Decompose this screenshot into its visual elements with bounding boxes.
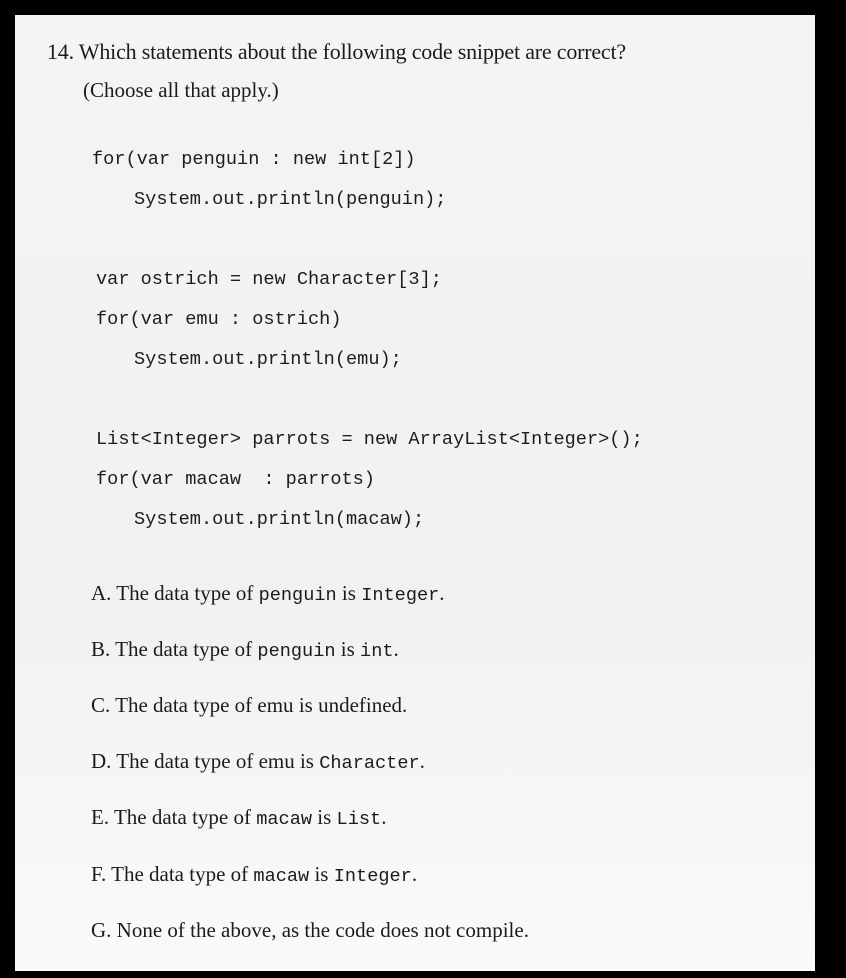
code-line: for(var penguin : new int[2]): [92, 149, 416, 170]
type-name: Character: [319, 753, 420, 774]
code-line: List<Integer> parrots = new ArrayList<In…: [96, 429, 643, 450]
option-text: is: [294, 749, 320, 773]
variable-name: macaw: [253, 866, 310, 887]
code-line: System.out.println(penguin);: [134, 189, 447, 210]
option-text: E. The data type of: [91, 805, 257, 829]
variable-name: penguin: [257, 641, 336, 662]
option-g[interactable]: G. None of the above, as the code does n…: [91, 917, 529, 943]
option-d[interactable]: D. The data type of emu is Character.: [91, 748, 425, 777]
option-text: D. The data type of: [91, 749, 259, 773]
option-text: .: [411, 862, 418, 886]
option-a[interactable]: A. The data type of penguin is Integer.: [91, 580, 445, 609]
option-text: F. The data type of: [91, 862, 254, 886]
option-text: is: [335, 637, 361, 661]
type-name: Integer: [361, 585, 440, 606]
code-line: for(var macaw : parrots): [96, 469, 375, 490]
question-instruction: (Choose all that apply.): [83, 78, 279, 102]
page: 14. Which statements about the following…: [15, 15, 815, 971]
option-text: A. The data type of: [91, 581, 259, 605]
question-title: 14. Which statements about the following…: [47, 39, 626, 64]
option-text: is undefined.: [293, 693, 408, 717]
option-text: is: [312, 805, 337, 829]
option-f[interactable]: F. The data type of macaw is Integer.: [91, 861, 417, 890]
option-text: .: [439, 581, 445, 605]
option-text: .: [381, 805, 387, 829]
code-line: for(var emu : ostrich): [96, 309, 342, 330]
variable-name: macaw: [256, 809, 313, 830]
option-text: G. None of the above, as the code does n…: [91, 918, 529, 942]
variable-name: emu: [258, 749, 295, 773]
type-name: Integer: [333, 866, 412, 887]
code-line: System.out.println(emu);: [134, 349, 402, 370]
code-line: System.out.println(macaw);: [134, 509, 425, 530]
type-name: List: [336, 809, 382, 830]
option-text: C. The data type of: [91, 693, 258, 717]
code-line: var ostrich = new Character[3];: [96, 269, 442, 290]
option-text: is: [336, 581, 362, 605]
option-b[interactable]: B. The data type of penguin is int.: [91, 636, 399, 665]
option-e[interactable]: E. The data type of macaw is List.: [91, 804, 386, 833]
option-text: is: [309, 862, 334, 886]
option-text: B. The data type of: [91, 637, 258, 661]
type-name: int: [360, 641, 394, 662]
variable-name: penguin: [258, 585, 337, 606]
option-c[interactable]: C. The data type of emu is undefined.: [91, 692, 407, 718]
variable-name: emu: [257, 693, 294, 717]
option-text: .: [393, 637, 399, 661]
option-text: .: [419, 749, 425, 773]
